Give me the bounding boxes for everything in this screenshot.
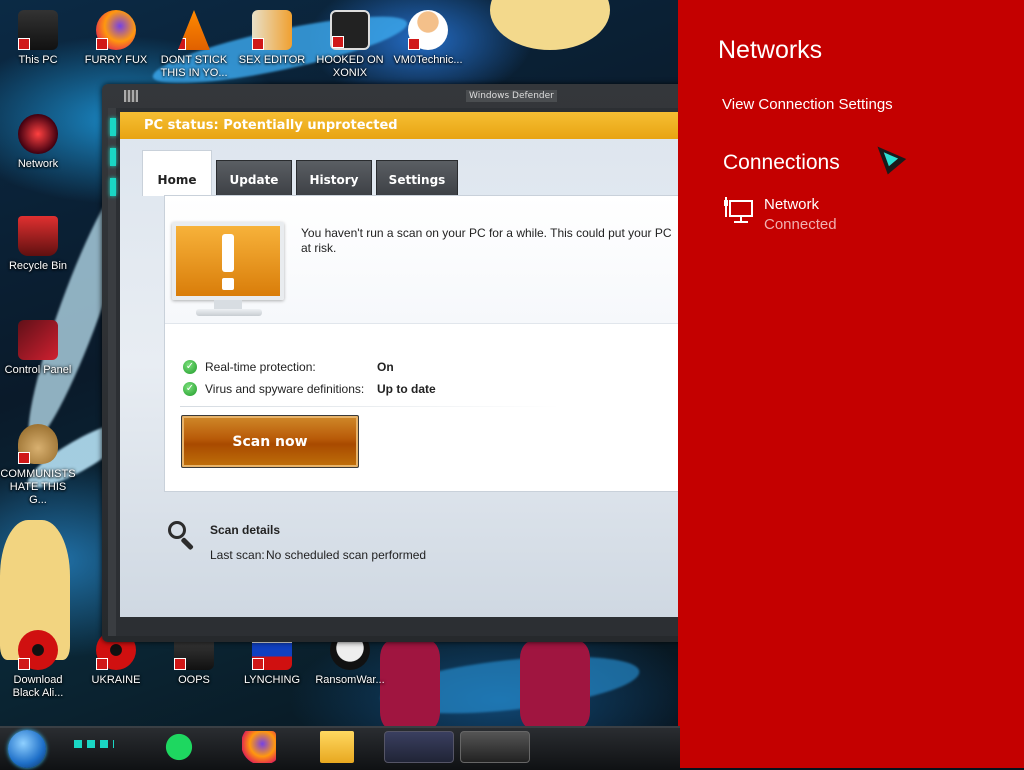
desktop-icon-recycle-bin[interactable]: Recycle Bin [0,216,76,273]
desktop-icon-label: COMMUNISTS HATE THIS G... [0,468,76,506]
desktop-icon-label: Download Black Ali... [12,674,64,699]
hex-editor-icon [252,10,292,50]
frame-gem [110,118,116,136]
game-icon [330,10,370,50]
desktop-icon-label: This PC [18,54,58,66]
definitions-label: Virus and spyware definitions: [205,382,365,396]
tab-settings[interactable]: Settings [376,160,458,196]
last-scan-label: Last scan: [210,548,265,562]
network-icon [18,114,58,154]
start-orb-icon[interactable] [8,730,46,768]
desktop-icon-sex-editor[interactable]: SEX EDITOR [234,10,310,67]
spotify-icon[interactable] [162,731,196,763]
file-explorer-icon[interactable] [320,731,354,763]
desktop-icon-label: Control Panel [4,364,72,376]
realtime-protection-label: Real-time protection: [205,360,316,374]
magnifier-icon [168,521,194,551]
firefox-icon[interactable] [242,731,276,763]
recycle-bin-icon [18,216,58,256]
desktop-icon-label: RansomWar... [315,674,385,686]
frame-gem [110,178,116,196]
taskbar-app-icon[interactable] [460,731,530,763]
desktop-icon-hooked-on-xonix[interactable]: HOOKED ON XONIX [312,10,388,80]
warning-message: You haven't run a scan on your PC for a … [301,226,672,255]
desktop-icon-furry-fux[interactable]: FURRY FUX [78,10,154,67]
tab-home[interactable]: Home [142,150,212,196]
desktop-icon-dont-stick[interactable]: DONT STICK THIS IN YO... [156,10,232,80]
doctor-icon [408,10,448,50]
desktop-icon-download-black[interactable]: Download Black Ali... [0,630,76,700]
scan-now-button[interactable]: Scan now [181,415,359,468]
flyout-title: Networks [718,36,823,64]
monitor-base [196,309,262,316]
check-icon: ✓ [183,382,197,396]
network-item-name[interactable]: Network [764,196,819,213]
networks-flyout: Networks View Connection Settings Connec… [678,0,1024,768]
divider [180,406,560,407]
desktop-icon-label: Recycle Bin [8,260,68,272]
desktop-icon-label: VM0Technic... [393,54,463,66]
desktop-icon-label: OOPS [178,674,210,686]
last-scan-value: No scheduled scan performed [266,548,427,562]
taskbar-decoration [74,740,114,748]
desktop-icon-communists[interactable]: COMMUNISTS HATE THIS G... [0,424,76,507]
network-item-status: Connected [764,216,837,233]
connections-heading: Connections [723,151,840,174]
control-panel-icon [18,320,58,360]
radiation-icon [18,630,58,670]
frame-gem [110,148,116,166]
desktop-icon-label: FURRY FUX [84,54,148,66]
money-bag-icon [18,424,58,464]
scan-details-heading[interactable]: Scan details [210,523,280,537]
desktop-icon-control-panel[interactable]: Control Panel [0,320,76,377]
desktop-icon-label: HOOKED ON XONIX [316,54,384,79]
window-title: Windows Defender [466,90,557,102]
window-titlebar[interactable]: Windows Defender [102,84,692,108]
desktop-icon-label: DONT STICK THIS IN YO... [160,54,228,79]
desktop-icon-label: SEX EDITOR [238,54,306,66]
computer-icon [18,10,58,50]
desktop-icon-label: Network [17,158,59,170]
view-connection-settings-link[interactable]: View Connection Settings [722,96,893,113]
desktop-icon-vm0technic[interactable]: VM0Technic... [390,10,466,67]
defender-app-icon [124,90,138,102]
tab-history[interactable]: History [296,160,372,196]
realtime-protection-value: On [377,360,394,374]
desktop-icon-label: UKRAINE [91,674,141,686]
desktop-icon-label: LYNCHING [243,674,301,686]
ethernet-icon [724,197,753,223]
tab-update[interactable]: Update [216,160,292,196]
pc-status-bar: PC status: Potentially unprotected [120,112,680,139]
warning-monitor-icon [172,222,284,300]
vlc-cone-icon [178,10,210,50]
taskbar-app-icon[interactable] [384,731,454,763]
check-icon: ✓ [183,360,197,374]
firefox-icon [96,10,136,50]
desktop-icon-network[interactable]: Network [0,114,76,171]
desktop-icon-this-pc[interactable]: This PC [0,10,76,67]
definitions-value: Up to date [377,382,436,396]
